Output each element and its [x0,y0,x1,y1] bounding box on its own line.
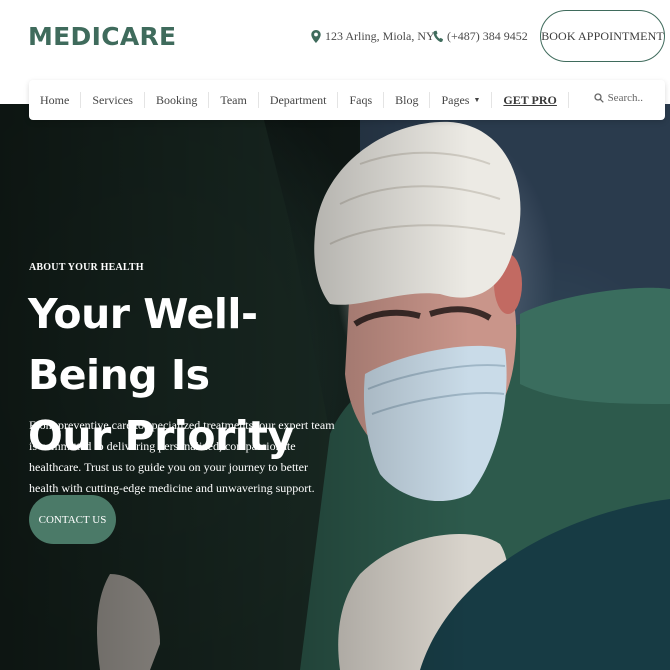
address-text: 123 Arling, Miola, NY [325,29,435,43]
nav-services[interactable]: Services [81,92,145,108]
search-placeholder: Search.. [607,92,643,104]
search-icon [593,93,604,103]
caret-down-icon: ▼ [473,96,481,104]
hero-description: From preventive care to specialized trea… [29,418,335,495]
book-appointment-button[interactable]: BOOK APPOINTMENT [540,10,665,62]
phone-text: (+487) 384 9452 [447,29,528,43]
nav-pages-label: Pages [441,93,470,107]
nav-blog[interactable]: Blog [384,92,431,108]
contact-us-button[interactable]: CONTACT US [29,495,116,544]
nav-department[interactable]: Department [259,92,339,108]
hero-title-line1: Your Well-Being Is [28,290,258,399]
nav-home[interactable]: Home [29,92,82,108]
header-address: 123 Arling, Miola, NY [311,29,435,44]
nav-search[interactable]: Search.. [593,92,643,104]
hero-eyebrow: ABOUT YOUR HEALTH [29,262,144,273]
nav-team[interactable]: Team [209,92,259,108]
phone-icon [433,30,443,42]
nav-faqs[interactable]: Faqs [338,92,385,108]
map-pin-icon [311,30,321,43]
nav-pages[interactable]: Pages ▼ [430,92,493,108]
main-navbar: Home Services Booking Team Department Fa… [29,80,665,120]
nav-get-pro[interactable]: GET PRO [492,92,569,108]
brand-logo[interactable]: MEDICARE [28,22,176,51]
header-phone[interactable]: (+487) 384 9452 [433,29,528,44]
nav-booking[interactable]: Booking [145,92,210,108]
